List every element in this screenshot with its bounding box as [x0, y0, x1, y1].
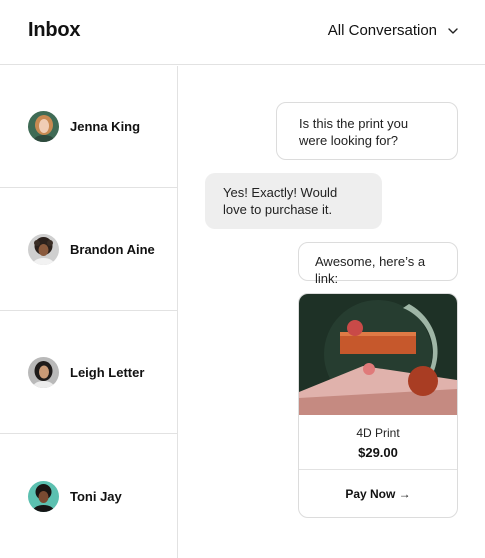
pay-now-button[interactable]: Pay Now → — [299, 470, 457, 517]
contact-name: Brandon Aine — [70, 242, 155, 257]
contact-name: Leigh Letter — [70, 365, 145, 380]
avatar — [28, 234, 59, 265]
contact-name: Toni Jay — [70, 488, 122, 504]
filter-label: All Conversation — [327, 22, 437, 39]
contact-name: Jenna King — [70, 119, 141, 134]
avatar — [28, 357, 59, 388]
chevron-down-icon — [448, 27, 458, 34]
contact-item-brandon-aine[interactable]: Brandon Aine — [0, 189, 177, 311]
product-card: 4D Print $29.00 Pay Now → — [298, 293, 458, 518]
page-title: Inbox — [28, 19, 81, 41]
product-info: 4D Print $29.00 — [299, 415, 457, 470]
message-outgoing: Awesome, here’s a link: — [298, 242, 458, 286]
contact-list: Jenna King Brandon Aine Leigh Letter Ton… — [0, 66, 178, 558]
contact-item-leigh-letter[interactable]: Leigh Letter — [0, 312, 177, 434]
contact-item-jenna-king[interactable]: Jenna King — [0, 66, 177, 188]
inbox-header: Inbox All Conversation — [0, 0, 485, 65]
conversation-panel: Is this the print you were looking for? … — [179, 66, 485, 558]
product-image — [299, 294, 457, 415]
message-incoming: Yes! Exactly! Would love to purchase it. — [205, 173, 382, 229]
conversation-filter-dropdown[interactable]: All Conversation — [328, 22, 459, 39]
avatar — [28, 111, 59, 142]
product-name: 4D Print — [356, 426, 400, 440]
message-outgoing: Is this the print you were looking for? — [276, 102, 458, 160]
product-price: $29.00 — [358, 445, 398, 460]
avatar — [28, 480, 59, 512]
contact-item-toni-jay[interactable]: Toni Jay — [0, 435, 177, 557]
